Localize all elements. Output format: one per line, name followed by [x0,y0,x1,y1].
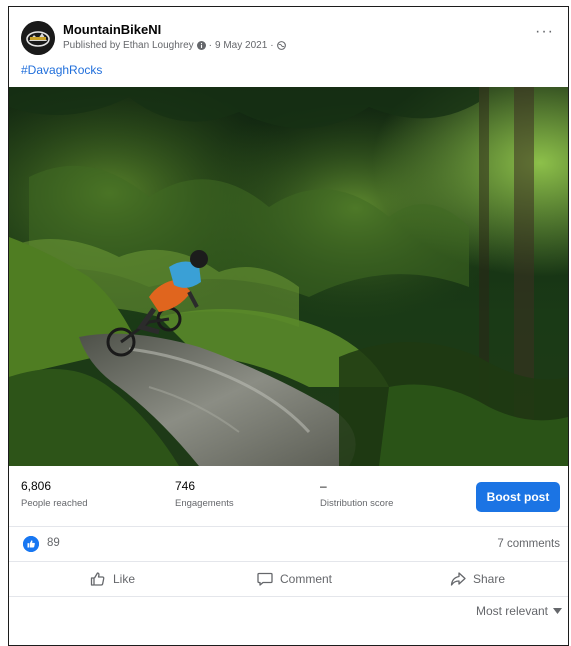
boost-post-button[interactable]: Boost post [476,482,560,512]
page-name[interactable]: MountainBikeNI [63,22,161,37]
distribution-score-value: – [320,479,327,493]
post-card: MountainBikeNI Published by Ethan Loughr… [8,6,569,646]
distribution-score-stat[interactable]: – Distribution score [320,479,393,509]
info-icon[interactable] [196,41,206,50]
comment-button[interactable]: Comment [256,568,332,590]
comment-label: Comment [280,572,333,586]
people-reached-value: 6,806 [21,479,52,493]
like-reaction-icon[interactable] [23,536,39,552]
thumbs-up-icon [23,536,39,552]
people-reached-label: People reached [21,498,88,509]
post-actions: Like Comment Share [9,562,568,597]
post-meta: Published by Ethan Loughrey · 9 May 2021… [63,40,286,51]
share-label: Share [473,572,506,586]
meta-separator: · [208,40,212,51]
comments-count-link[interactable]: 7 comments [497,538,560,550]
mountainbikeni-logo [21,21,55,55]
reactions-bar: 89 7 comments [9,527,568,562]
published-by[interactable]: Published by Ethan Loughrey [63,40,194,51]
distribution-score-label: Distribution score [320,498,394,509]
thumbs-up-outline-icon [90,572,105,586]
mountain-bike-trail-image [9,87,568,466]
people-reached-stat[interactable]: 6,806 People reached [21,479,88,509]
sort-label: Most relevant [475,604,548,618]
comment-icon [257,572,273,586]
engagements-label: Engagements [175,498,234,509]
globe-icon[interactable] [276,41,286,50]
engagements-stat[interactable]: 746 Engagements [175,479,234,509]
caret-down-icon [553,608,562,614]
more-options-button[interactable]: ··· [535,23,554,41]
post-photo[interactable] [9,87,568,466]
share-arrow-icon [450,572,466,586]
post-date[interactable]: 9 May 2021 [215,40,267,51]
like-button[interactable]: Like [89,568,135,590]
share-button[interactable]: Share [449,568,505,590]
engagements-value: 746 [175,479,196,493]
comment-sort-dropdown[interactable]: Most relevant [476,604,562,618]
page-avatar[interactable] [21,21,55,55]
more-horizontal-icon: ··· [535,23,554,40]
post-insights: 6,806 People reached 746 Engagements – D… [9,466,568,527]
meta-separator: · [270,40,274,51]
reaction-count[interactable]: 89 [47,537,60,549]
hashtag-link[interactable]: #DavaghRocks [21,63,102,77]
like-label: Like [113,572,136,586]
